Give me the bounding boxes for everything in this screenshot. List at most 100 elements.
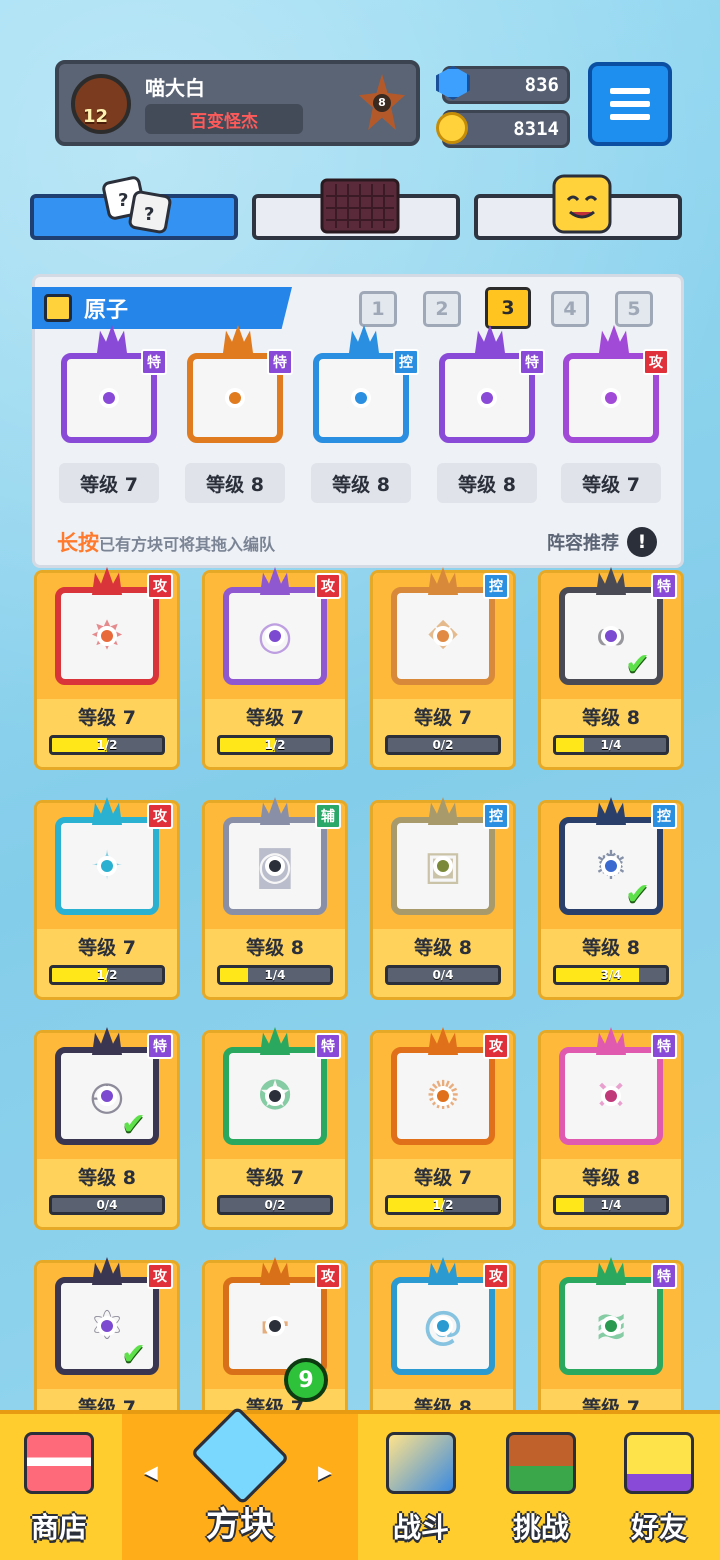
dice-card[interactable]: ✸ 攻 等级 7 1/2 <box>34 567 180 770</box>
avatar[interactable]: 12 <box>71 74 131 134</box>
dice-icon: ? ? <box>102 176 172 234</box>
lineup-slot[interactable]: 特 <box>183 325 293 449</box>
dice-core <box>601 1316 621 1336</box>
progress-text: 1/2 <box>432 1198 454 1212</box>
player-level: 12 <box>83 106 109 127</box>
info-icon: ! <box>627 527 657 557</box>
card-level: 等级 8 <box>414 937 472 959</box>
dice-type-badge: 特 <box>147 1033 173 1059</box>
dice-type-badge: 攻 <box>483 1263 509 1289</box>
dice-type-badge: 特 <box>315 1033 341 1059</box>
dice-type-badge: 攻 <box>315 1263 341 1289</box>
dragon-crown-icon <box>428 797 458 825</box>
nav-challenge[interactable]: 挑战 <box>482 1414 600 1560</box>
dice-core <box>433 626 453 646</box>
dragon-crown-icon <box>349 325 379 353</box>
dice-type-badge: 特 <box>519 349 545 375</box>
coin-icon <box>436 112 468 144</box>
dice-art: ✦ <box>55 817 159 915</box>
dice-card[interactable]: ⚛ 攻 等级 7✔ <box>34 1257 180 1420</box>
dragon-crown-icon <box>223 325 253 353</box>
card-level: 等级 8 <box>582 1167 640 1189</box>
dice-card[interactable]: ◙ 辅 等级 8 1/4 <box>202 797 348 1000</box>
lineup-page-2[interactable]: 2 <box>423 291 461 327</box>
card-level: 等级 8 <box>582 937 640 959</box>
tab-board[interactable] <box>252 178 460 240</box>
dice-core <box>433 1316 453 1336</box>
nav-prev-arrow[interactable]: ◀ <box>144 1462 158 1483</box>
dice-card[interactable]: ⌐ 攻 等级 7 <box>202 1257 348 1420</box>
lineup-page-5[interactable]: 5 <box>615 291 653 327</box>
dice-core <box>97 856 117 876</box>
lineup-panel: 原子 1 2 3 4 5 特等级 7 特等级 8 控等级 8 特等级 8 攻等级… <box>32 274 684 568</box>
lineup-slot[interactable]: 特 <box>435 325 545 449</box>
lineup-page-3[interactable]: 3 <box>485 287 531 329</box>
lineup-title: 原子 <box>84 298 129 323</box>
nav-next-arrow[interactable]: ▶ <box>318 1462 332 1483</box>
dice-card[interactable]: ▣ 控 等级 8 0/4 <box>370 797 516 1000</box>
lineup-page-4[interactable]: 4 <box>551 291 589 327</box>
drag-hint: 长按已有方块可将其拖入编队 <box>57 527 275 557</box>
nav-dice[interactable]: 方块 <box>122 1406 358 1560</box>
tab-emote[interactable] <box>474 174 682 240</box>
rank-star-icon[interactable]: 8 <box>359 74 405 130</box>
dice-card[interactable]: ≋ 特 等级 7 <box>538 1257 684 1420</box>
dice-card[interactable]: ❖ 控 等级 7 0/2 <box>370 567 516 770</box>
tab-dice[interactable]: ? ? <box>30 176 238 240</box>
player-name: 喵大白 <box>145 76 205 100</box>
dice-art: ✪ <box>223 1047 327 1145</box>
dice-card[interactable]: ✕ 特 等级 8 1/4 <box>538 1027 684 1230</box>
dice-notification-badge: 9 <box>284 1358 328 1402</box>
dice-type-badge: 特 <box>141 349 167 375</box>
dice-type-badge: 攻 <box>147 573 173 599</box>
dice-core <box>97 1086 117 1106</box>
dragon-crown-icon <box>596 797 626 825</box>
nav-battle[interactable]: 战斗 <box>362 1414 480 1560</box>
card-level: 等级 8 <box>246 937 304 959</box>
dice-type-badge: 辅 <box>315 803 341 829</box>
profile-card[interactable]: 12 喵大白 百变怪杰 8 <box>55 60 420 146</box>
dragon-crown-icon <box>260 1257 290 1285</box>
lineup-page-1[interactable]: 1 <box>359 291 397 327</box>
lineup-slot[interactable]: 攻 <box>559 325 669 449</box>
check-icon: ✔ <box>121 1337 147 1372</box>
nav-dice-label: 方块 <box>206 1505 274 1545</box>
progress-text: 1/2 <box>96 738 118 752</box>
lineup-slot-level: 等级 7 <box>561 463 661 503</box>
dice-art: ▣ <box>391 817 495 915</box>
dragon-crown-icon <box>260 567 290 595</box>
dice-art: ✸ <box>55 587 159 685</box>
edit-pencil-icon[interactable] <box>44 294 72 322</box>
friends-icon <box>624 1432 694 1494</box>
dragon-crown-icon <box>92 1257 122 1285</box>
dice-card[interactable]: ∞ 特 等级 8✔1/4 <box>538 567 684 770</box>
dice-art: ◙ <box>223 817 327 915</box>
dice-card[interactable]: ❄ 控 等级 8✔3/4 <box>538 797 684 1000</box>
progress-text: 0/2 <box>432 738 454 752</box>
battle-icon <box>386 1432 456 1494</box>
rank-value: 8 <box>373 94 391 112</box>
lineup-name[interactable]: 原子 <box>32 287 292 329</box>
dice-card[interactable]: ✺ 攻 等级 7 1/2 <box>370 1027 516 1230</box>
shop-icon <box>24 1432 94 1494</box>
dice-card[interactable]: ◎ 攻 等级 7 1/2 <box>202 567 348 770</box>
nav-friends[interactable]: 好友 <box>600 1414 718 1560</box>
progress-text: 0/4 <box>96 1198 118 1212</box>
dice-core <box>433 856 453 876</box>
challenge-icon <box>506 1432 576 1494</box>
nav-shop[interactable]: 商店 <box>0 1414 118 1560</box>
lineup-slot[interactable]: 特 <box>57 325 167 449</box>
dice-card[interactable]: ✪ 特 等级 7 0/2 <box>202 1027 348 1230</box>
lineup-slot[interactable]: 控 <box>309 325 419 449</box>
dragon-crown-icon <box>260 1027 290 1055</box>
lineup-slot-level: 等级 8 <box>437 463 537 503</box>
dice-card[interactable]: ◴ 特 等级 8✔0/4 <box>34 1027 180 1230</box>
dragon-crown-icon <box>97 325 127 353</box>
dice-type-badge: 控 <box>483 573 509 599</box>
dice-card[interactable]: ✦ 攻 等级 7 1/2 <box>34 797 180 1000</box>
recommend-button[interactable]: 阵容推荐! <box>547 527 657 557</box>
upgrade-progress: 0/4 <box>49 1195 165 1215</box>
dice-core <box>601 1086 621 1106</box>
dice-card[interactable]: @ 攻 等级 8 <box>370 1257 516 1420</box>
menu-button[interactable] <box>588 62 672 146</box>
